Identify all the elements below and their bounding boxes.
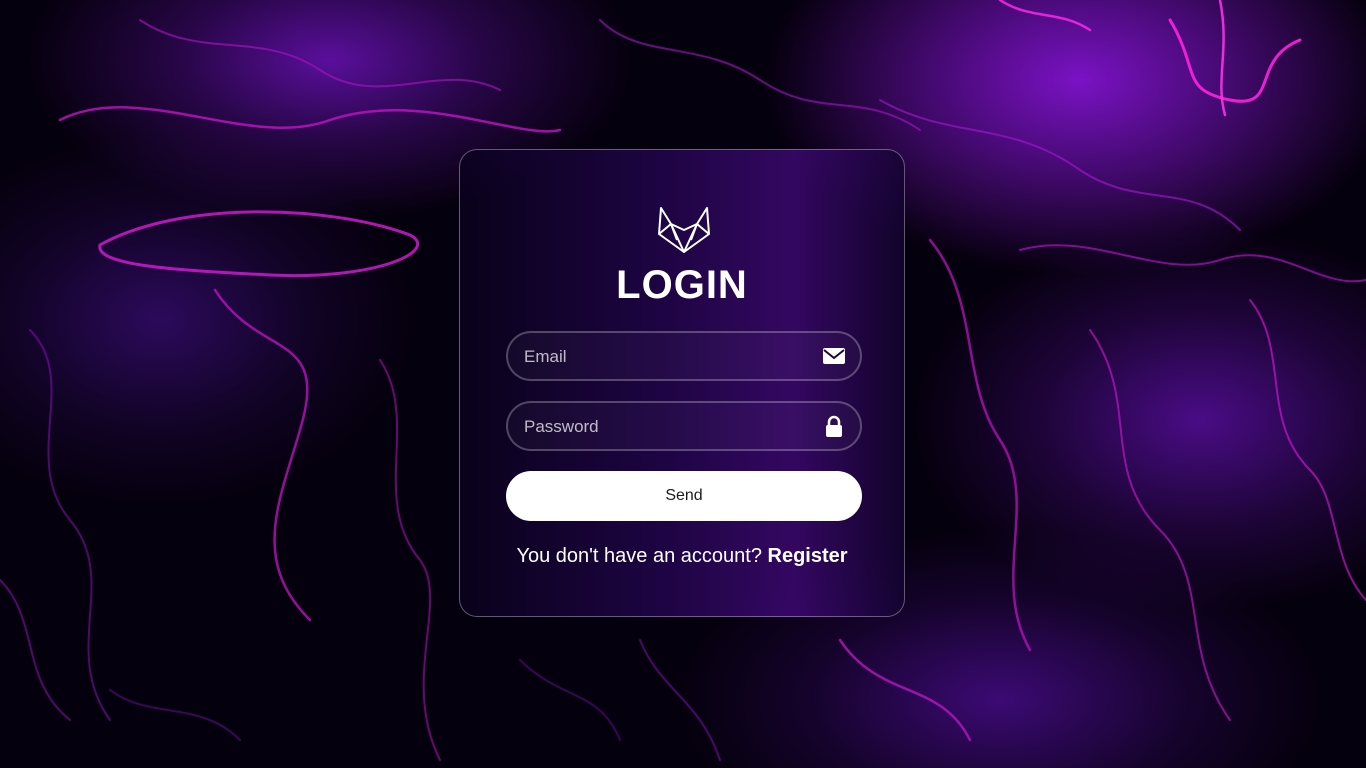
page-title: LOGIN bbox=[616, 263, 748, 307]
send-button[interactable]: Send bbox=[506, 471, 862, 521]
email-input[interactable] bbox=[522, 333, 806, 381]
register-prompt-text: You don't have an account? bbox=[516, 545, 762, 567]
password-input[interactable] bbox=[522, 403, 806, 451]
register-link[interactable]: Register bbox=[768, 545, 848, 567]
email-field-wrapper bbox=[506, 331, 862, 381]
lock-icon bbox=[826, 415, 842, 437]
register-prompt: You don't have an account? Register bbox=[460, 545, 904, 568]
password-field-wrapper bbox=[506, 401, 862, 451]
fox-logo-icon bbox=[658, 207, 710, 253]
login-card: LOGIN Send You don't have an account? Re… bbox=[459, 149, 905, 617]
envelope-icon bbox=[823, 348, 845, 364]
